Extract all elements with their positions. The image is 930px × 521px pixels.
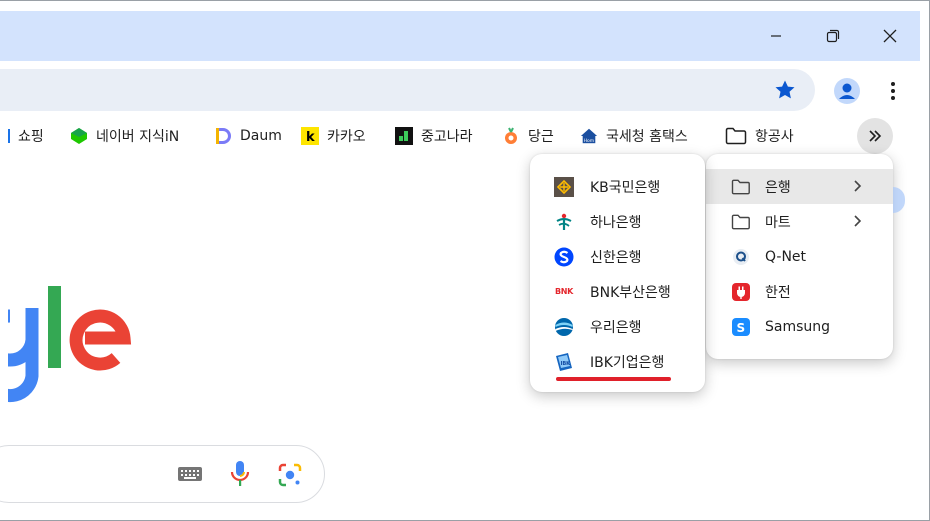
menu-item-kb[interactable]: KB국민은행 bbox=[530, 169, 705, 204]
profile-icon bbox=[834, 78, 860, 104]
carrot-icon bbox=[502, 127, 520, 145]
bookmark-edge-icon bbox=[8, 127, 12, 145]
menu-item-kepco[interactable]: 한전 bbox=[706, 274, 893, 309]
menu-item-folder-mart[interactable]: 마트 bbox=[706, 204, 893, 239]
menu-item-label: 신한은행 bbox=[590, 249, 642, 266]
menu-item-label: KB국민은행 bbox=[590, 179, 661, 196]
bookmark-folder-airline[interactable]: 항공사 bbox=[725, 124, 794, 148]
chevron-right-icon bbox=[853, 179, 863, 197]
bookmark-kakao[interactable]: k 카카오 bbox=[301, 124, 366, 148]
menu-item-folder-bank[interactable]: 은행 bbox=[706, 169, 893, 204]
ibk-bank-icon: IBK bbox=[554, 352, 574, 372]
menu-item-qnet[interactable]: Q-Net bbox=[706, 239, 893, 274]
browser-window: 쇼핑 네이버 지식iN Daum k 카카오 중고나라 당근 Hom 국세청 홈… bbox=[0, 0, 930, 521]
double-chevron-right-icon bbox=[869, 130, 882, 142]
bookmark-label: Daum bbox=[240, 128, 282, 144]
joongna-icon bbox=[395, 127, 413, 145]
menu-item-shinhan[interactable]: 신한은행 bbox=[530, 239, 705, 274]
menu-item-hana[interactable]: 하나은행 bbox=[530, 204, 705, 239]
google-logo bbox=[0, 286, 138, 422]
bookmarks-bar: 쇼핑 네이버 지식iN Daum k 카카오 중고나라 당근 Hom 국세청 홈… bbox=[0, 118, 920, 154]
restore-icon bbox=[826, 29, 840, 43]
more-vert-icon bbox=[891, 82, 895, 100]
chevron-right-icon bbox=[853, 214, 863, 232]
bookmark-label: 당근 bbox=[528, 129, 554, 145]
microphone-icon[interactable] bbox=[230, 460, 250, 492]
bookmark-joongna[interactable]: 중고나라 bbox=[395, 124, 473, 148]
bookmarks-overflow-button[interactable] bbox=[857, 118, 893, 154]
bookmark-label: 카카오 bbox=[327, 129, 366, 145]
kb-bank-icon bbox=[554, 176, 574, 197]
svg-text:k: k bbox=[306, 130, 315, 145]
bookmarks-overflow-menu: 은행 마트 Q-Net 한전 S Samsung bbox=[706, 154, 893, 359]
profile-button[interactable] bbox=[833, 77, 861, 105]
menu-item-label: BNK부산은행 bbox=[590, 284, 671, 301]
naver-kin-icon bbox=[70, 127, 88, 145]
window-edge bbox=[0, 1, 929, 11]
folder-icon bbox=[731, 177, 751, 197]
bank-submenu: KB국민은행 하나은행 신한은행 BNK BNK부산은행 우리은행 IBK IB… bbox=[530, 154, 705, 392]
bookmark-label: 중고나라 bbox=[421, 129, 473, 145]
folder-icon bbox=[725, 127, 747, 145]
menu-item-label: 우리은행 bbox=[590, 319, 642, 336]
folder-icon bbox=[731, 212, 751, 232]
svg-text:IBK: IBK bbox=[561, 361, 572, 367]
search-box[interactable] bbox=[0, 445, 325, 503]
menu-item-label: Q-Net bbox=[765, 248, 807, 265]
address-bar[interactable] bbox=[0, 69, 815, 111]
kakao-icon: k bbox=[301, 127, 319, 145]
more-menu-button[interactable] bbox=[883, 79, 903, 103]
menu-item-label: Samsung bbox=[765, 318, 831, 335]
bookmark-danggeun[interactable]: 당근 bbox=[502, 124, 554, 148]
bookmark-label: 네이버 지식iN bbox=[96, 129, 180, 145]
bookmark-label: 항공사 bbox=[755, 129, 794, 145]
bookmark-star-button[interactable] bbox=[773, 78, 797, 102]
menu-item-label: 한전 bbox=[765, 284, 791, 301]
samsung-icon: S bbox=[731, 317, 751, 337]
shinhan-bank-icon bbox=[554, 247, 574, 267]
restore-button[interactable] bbox=[805, 11, 861, 61]
bookmark-naver-kin[interactable]: 네이버 지식iN bbox=[70, 124, 179, 148]
qnet-icon bbox=[731, 247, 751, 267]
bookmark-label: 국세청 홈택스 bbox=[606, 129, 688, 145]
svg-text:S: S bbox=[737, 321, 746, 335]
hometax-icon: Hom bbox=[580, 127, 598, 145]
woori-bank-icon bbox=[554, 317, 574, 337]
close-button[interactable] bbox=[862, 11, 918, 61]
menu-item-label: 은행 bbox=[765, 179, 791, 196]
bookmark-shopping[interactable]: 쇼핑 bbox=[8, 124, 44, 148]
keyboard-icon[interactable] bbox=[177, 463, 203, 489]
menu-item-ibk[interactable]: IBK IBK기업은행 bbox=[530, 344, 705, 379]
bookmark-daum[interactable]: Daum bbox=[214, 124, 282, 148]
menu-item-label: IBK기업은행 bbox=[590, 354, 665, 371]
kepco-plug-icon bbox=[731, 282, 751, 302]
google-lens-icon[interactable] bbox=[277, 462, 303, 492]
hana-bank-icon bbox=[554, 212, 574, 232]
bookmark-star-icon bbox=[775, 80, 795, 99]
daum-icon bbox=[214, 127, 232, 145]
close-icon bbox=[883, 29, 897, 43]
toolbar bbox=[0, 61, 920, 118]
red-underline-annotation bbox=[556, 377, 671, 381]
minimize-button[interactable] bbox=[748, 11, 804, 61]
bnk-bank-icon: BNK bbox=[554, 287, 574, 296]
svg-text:Hom: Hom bbox=[584, 138, 595, 144]
menu-item-bnk[interactable]: BNK BNK부산은행 bbox=[530, 274, 705, 309]
minimize-icon bbox=[771, 35, 781, 37]
menu-item-label: 하나은행 bbox=[590, 214, 642, 231]
bookmark-hometax[interactable]: Hom 국세청 홈택스 bbox=[580, 124, 688, 148]
menu-item-woori[interactable]: 우리은행 bbox=[530, 309, 705, 344]
bookmark-label: 쇼핑 bbox=[18, 129, 44, 145]
menu-item-samsung[interactable]: S Samsung bbox=[706, 309, 893, 344]
menu-item-label: 마트 bbox=[765, 214, 791, 231]
